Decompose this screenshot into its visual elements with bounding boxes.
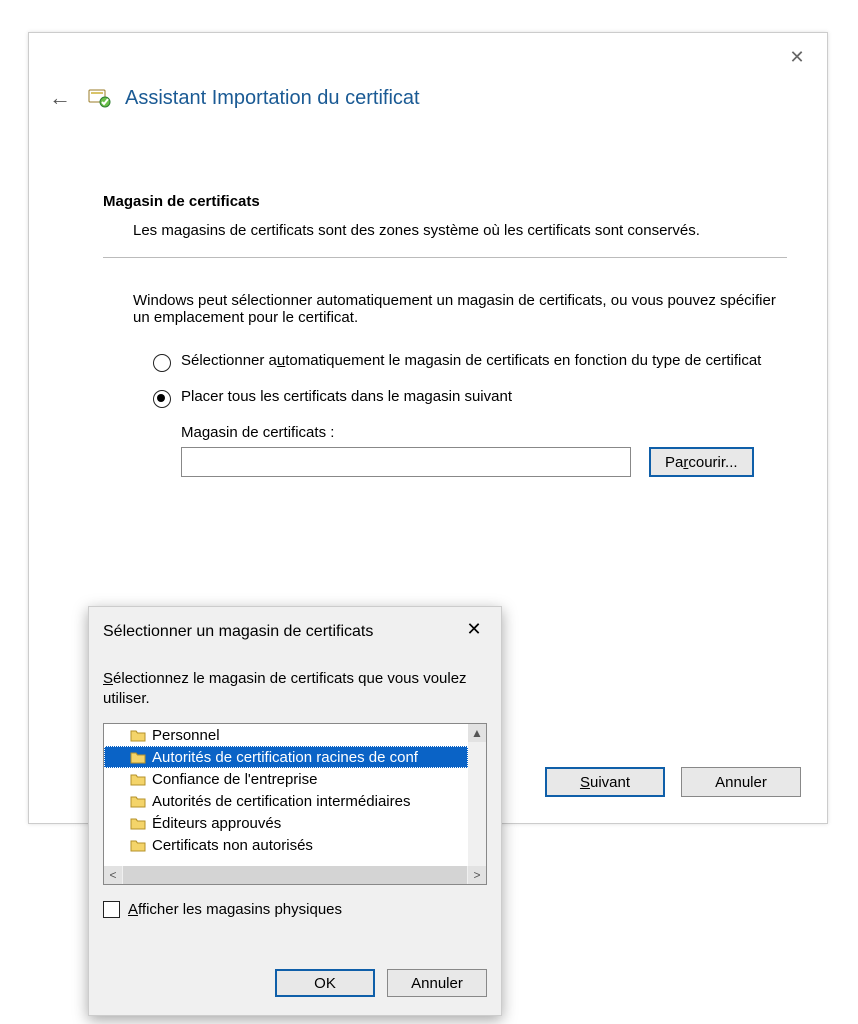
intro-text: Windows peut sélectionner automatiquemen… xyxy=(133,292,787,326)
section-subtitle: Les magasins de certificats sont des zon… xyxy=(133,222,787,239)
checkbox-icon[interactable] xyxy=(103,901,120,918)
tree-item-label: Certificats non autorisés xyxy=(152,837,313,854)
ok-button[interactable]: OK xyxy=(275,969,375,997)
back-arrow-icon[interactable]: ← xyxy=(47,85,73,111)
store-radio-group: Sélectionner automatiquement le magasin … xyxy=(153,352,787,408)
cancel-button[interactable]: Annuler xyxy=(681,767,801,797)
horizontal-scrollbar[interactable]: < > xyxy=(104,866,486,884)
radio-icon[interactable] xyxy=(153,354,171,372)
close-icon[interactable]: ✕ xyxy=(457,615,491,643)
tree-item[interactable]: Personnel xyxy=(104,724,468,746)
wizard-header: ← Assistant Importation du certificat xyxy=(47,85,420,111)
wizard-body: Magasin de certificats Les magasins de c… xyxy=(103,193,787,477)
certificate-wizard-icon xyxy=(87,86,111,110)
tree-item[interactable]: Certificats non autorisés xyxy=(104,834,468,856)
show-physical-row[interactable]: Afficher les magasins physiques xyxy=(103,901,342,918)
section-title: Magasin de certificats xyxy=(103,193,787,210)
store-picker-dialog: Sélectionner un magasin de certificats ✕… xyxy=(88,606,502,1016)
wizard-title: Assistant Importation du certificat xyxy=(125,87,420,110)
tree-item[interactable]: Éditeurs approuvés xyxy=(104,812,468,834)
picker-title: Sélectionner un magasin de certificats xyxy=(103,623,373,641)
tree-item-label: Confiance de l'entreprise xyxy=(152,771,317,788)
picker-instruction: Sélectionnez le magasin de certificats q… xyxy=(103,669,483,708)
divider xyxy=(103,257,787,258)
store-row: Parcourir... xyxy=(181,447,787,477)
tree-scroll-area[interactable]: Personnel Autorités de certification raci… xyxy=(104,724,468,866)
next-button[interactable]: Suivant xyxy=(545,767,665,797)
picker-footer: OK Annuler xyxy=(275,969,487,997)
tree-item-label: Personnel xyxy=(152,727,220,744)
radio-icon[interactable] xyxy=(153,390,171,408)
tree-item[interactable]: Autorités de certification racines de co… xyxy=(104,746,468,768)
scroll-up-icon[interactable]: ▲ xyxy=(468,724,486,742)
store-input[interactable] xyxy=(181,447,631,477)
browse-button[interactable]: Parcourir... xyxy=(649,447,754,477)
close-icon[interactable]: ✕ xyxy=(785,45,809,69)
tree-item-label: Éditeurs approuvés xyxy=(152,815,281,832)
scroll-right-icon[interactable]: > xyxy=(468,866,486,884)
tree-item-label: Autorités de certification intermédiaire… xyxy=(152,793,410,810)
vertical-scrollbar[interactable]: ▲ xyxy=(468,724,486,866)
tree-item[interactable]: Autorités de certification intermédiaire… xyxy=(104,790,468,812)
store-field-label: Magasin de certificats : xyxy=(181,424,787,441)
scroll-thumb[interactable] xyxy=(123,866,467,884)
show-physical-label: Afficher les magasins physiques xyxy=(128,901,342,918)
radio-place-label: Placer tous les certificats dans le maga… xyxy=(181,388,512,405)
radio-auto-select[interactable]: Sélectionner automatiquement le magasin … xyxy=(153,352,787,372)
cancel-button[interactable]: Annuler xyxy=(387,969,487,997)
tree-item-label: Autorités de certification racines de co… xyxy=(152,749,418,766)
tree-item[interactable]: Confiance de l'entreprise xyxy=(104,768,468,790)
store-tree: Personnel Autorités de certification raci… xyxy=(103,723,487,885)
radio-place-all[interactable]: Placer tous les certificats dans le maga… xyxy=(153,388,787,408)
scroll-left-icon[interactable]: < xyxy=(104,866,122,884)
radio-auto-label: Sélectionner automatiquement le magasin … xyxy=(181,352,761,369)
wizard-footer: Suivant Annuler xyxy=(545,767,801,797)
